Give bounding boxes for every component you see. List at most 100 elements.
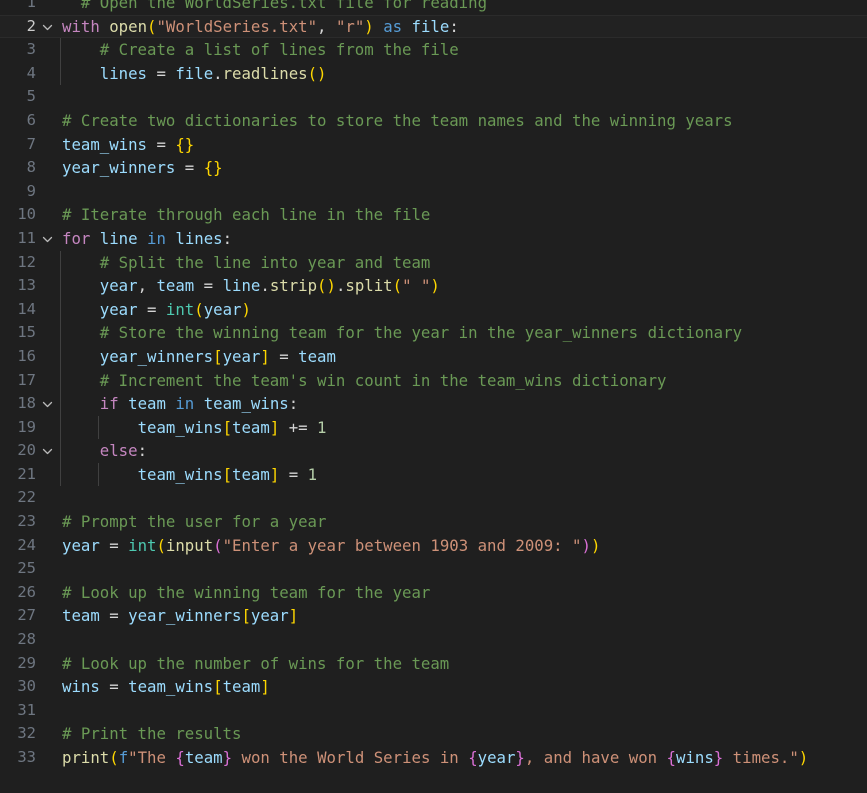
code-token: ( [213, 535, 223, 555]
code-line[interactable]: 22 [0, 486, 867, 510]
line-number: 1 [26, 0, 36, 11]
code-text[interactable]: team_wins = {} [60, 133, 867, 157]
code-line[interactable]: 1 # Open the WorldSeries.txt file for re… [0, 0, 867, 15]
code-line[interactable]: 8 year_winners = {} [0, 156, 867, 180]
code-line[interactable]: 19 team_wins[team] += 1 [0, 415, 867, 440]
code-text[interactable]: wins = team_wins[team] [60, 675, 867, 699]
code-text[interactable]: year = int(year) [60, 297, 867, 322]
code-line[interactable]: 3 # Create a list of lines from the file [0, 38, 867, 62]
code-text[interactable] [60, 699, 867, 723]
code-line[interactable]: 26 # Look up the winning team for the yea… [0, 581, 867, 605]
code-text[interactable]: # Look up the number of wins for the tea… [60, 652, 867, 676]
code-token: [ [222, 417, 233, 437]
code-line[interactable]: 17 # Increment the team's win count in t… [0, 368, 867, 393]
code-line[interactable]: 30 wins = team_wins[team] [0, 675, 867, 699]
fold-gutter-spacer [36, 369, 60, 393]
code-line[interactable]: 6 # Create two dictionaries to store the … [0, 109, 867, 133]
code-text[interactable]: # Prompt the user for a year [60, 510, 867, 534]
code-line[interactable]: 15 # Store the winning team for the year… [0, 321, 867, 345]
line-number: 17 [17, 370, 36, 389]
fold-gutter-spacer [36, 510, 60, 534]
code-text[interactable]: # Create a list of lines from the file [60, 38, 867, 62]
code-token: as [383, 16, 403, 36]
code-token: = [99, 606, 129, 626]
code-token: won the World Series in [232, 748, 469, 767]
code-line[interactable]: 28 [0, 628, 867, 652]
code-text[interactable] [60, 180, 867, 204]
code-line[interactable]: 12 # Split the line into year and team [0, 250, 867, 275]
code-token: team_wins [137, 464, 223, 484]
code-line[interactable]: 5 [0, 85, 867, 109]
code-line[interactable]: 20 else: [0, 439, 867, 463]
code-line[interactable]: 21 team_wins[team] = 1 [0, 462, 867, 487]
code-text[interactable]: # Iterate through each line in the file [60, 203, 867, 227]
code-token: ] [288, 606, 299, 626]
code-token: # Look up the number of wins for the tea… [62, 653, 450, 673]
code-text[interactable]: team_wins[team] = 1 [60, 462, 867, 487]
code-editor[interactable]: 1 # Open the WorldSeries.txt file for re… [0, 0, 867, 793]
code-token: 1 [307, 464, 318, 484]
code-line[interactable]: 10 # Iterate through each line in the fil… [0, 203, 867, 227]
indent-guide [97, 415, 99, 440]
code-line[interactable]: 33 print(f"The {team} won the World Serie… [0, 746, 867, 770]
chevron-down-icon[interactable] [36, 439, 60, 463]
code-text[interactable]: print(f"The {team} won the World Series … [60, 746, 867, 770]
code-text[interactable] [60, 628, 867, 652]
code-line[interactable]: 18 if team in team_wins: [0, 392, 867, 416]
code-text[interactable]: with open("WorldSeries.txt", "r") as fil… [60, 15, 867, 39]
code-line[interactable]: 14 year = int(year) [0, 297, 867, 322]
line-number: 24 [17, 535, 36, 554]
code-text[interactable]: # Increment the team's win count in the … [60, 368, 867, 393]
code-text[interactable]: # Store the winning team for the year in… [60, 321, 867, 345]
fold-gutter-spacer [36, 652, 60, 676]
chevron-down-icon[interactable] [36, 392, 60, 416]
code-text[interactable]: if team in team_wins: [60, 392, 867, 416]
code-token: " " [402, 276, 431, 296]
code-text[interactable]: # Open the WorldSeries.txt file for read… [60, 0, 867, 15]
code-line[interactable]: 32 # Print the results [0, 722, 867, 746]
code-line[interactable]: 31 [0, 699, 867, 723]
chevron-down-icon[interactable] [36, 227, 60, 251]
code-text[interactable]: year_winners = {} [60, 156, 867, 180]
code-text[interactable]: lines = file.readlines() [60, 61, 867, 86]
code-text[interactable]: # Split the line into year and team [60, 250, 867, 275]
code-text[interactable] [60, 486, 867, 510]
code-line[interactable]: 13 year, team = line.strip().split(" ") [0, 274, 867, 298]
code-token: year [222, 346, 261, 366]
code-token: } [515, 748, 525, 767]
line-number: 28 [17, 630, 36, 649]
code-line[interactable]: 4 lines = file.readlines() [0, 61, 867, 86]
code-line[interactable]: 27 team = year_winners[year] [0, 604, 867, 628]
code-text[interactable]: team_wins[team] += 1 [60, 415, 867, 440]
code-text[interactable]: for line in lines: [60, 227, 867, 251]
line-number: 9 [26, 181, 36, 200]
code-text[interactable]: else: [60, 439, 867, 463]
code-text[interactable]: year, team = line.strip().split(" ") [60, 274, 867, 298]
line-number: 22 [17, 488, 36, 507]
code-token: wins [62, 677, 100, 697]
code-text[interactable]: year_winners[year] = team [60, 344, 867, 369]
code-line[interactable]: 7 team_wins = {} [0, 133, 867, 157]
code-text[interactable] [60, 557, 867, 581]
indent-guide [60, 462, 61, 487]
code-text[interactable]: # Create two dictionaries to store the t… [60, 109, 867, 133]
code-text[interactable] [60, 85, 867, 109]
code-text[interactable]: # Look up the winning team for the year [60, 581, 867, 605]
code-line[interactable]: 11 for line in lines: [0, 227, 867, 251]
code-line[interactable]: 9 [0, 180, 867, 204]
code-token: # Split the line into year and team [62, 252, 431, 272]
code-text[interactable]: year = int(input("Enter a year between 1… [60, 534, 867, 558]
line-number: 13 [17, 276, 36, 295]
code-line[interactable]: 25 [0, 557, 867, 581]
code-line[interactable]: 29 # Look up the number of wins for the t… [0, 652, 867, 676]
fold-gutter-spacer [36, 581, 60, 605]
chevron-down-icon[interactable] [36, 15, 60, 39]
code-token: team_wins [203, 394, 289, 414]
code-token: {} [203, 158, 223, 178]
code-text[interactable]: # Print the results [60, 722, 867, 746]
code-line[interactable]: 16 year_winners[year] = team [0, 344, 867, 369]
code-line[interactable]: 2 with open("WorldSeries.txt", "r") as fi… [0, 14, 867, 39]
code-line[interactable]: 23 # Prompt the user for a year [0, 510, 867, 534]
code-text[interactable]: team = year_winners[year] [60, 604, 867, 628]
code-line[interactable]: 24 year = int(input("Enter a year between… [0, 534, 867, 558]
